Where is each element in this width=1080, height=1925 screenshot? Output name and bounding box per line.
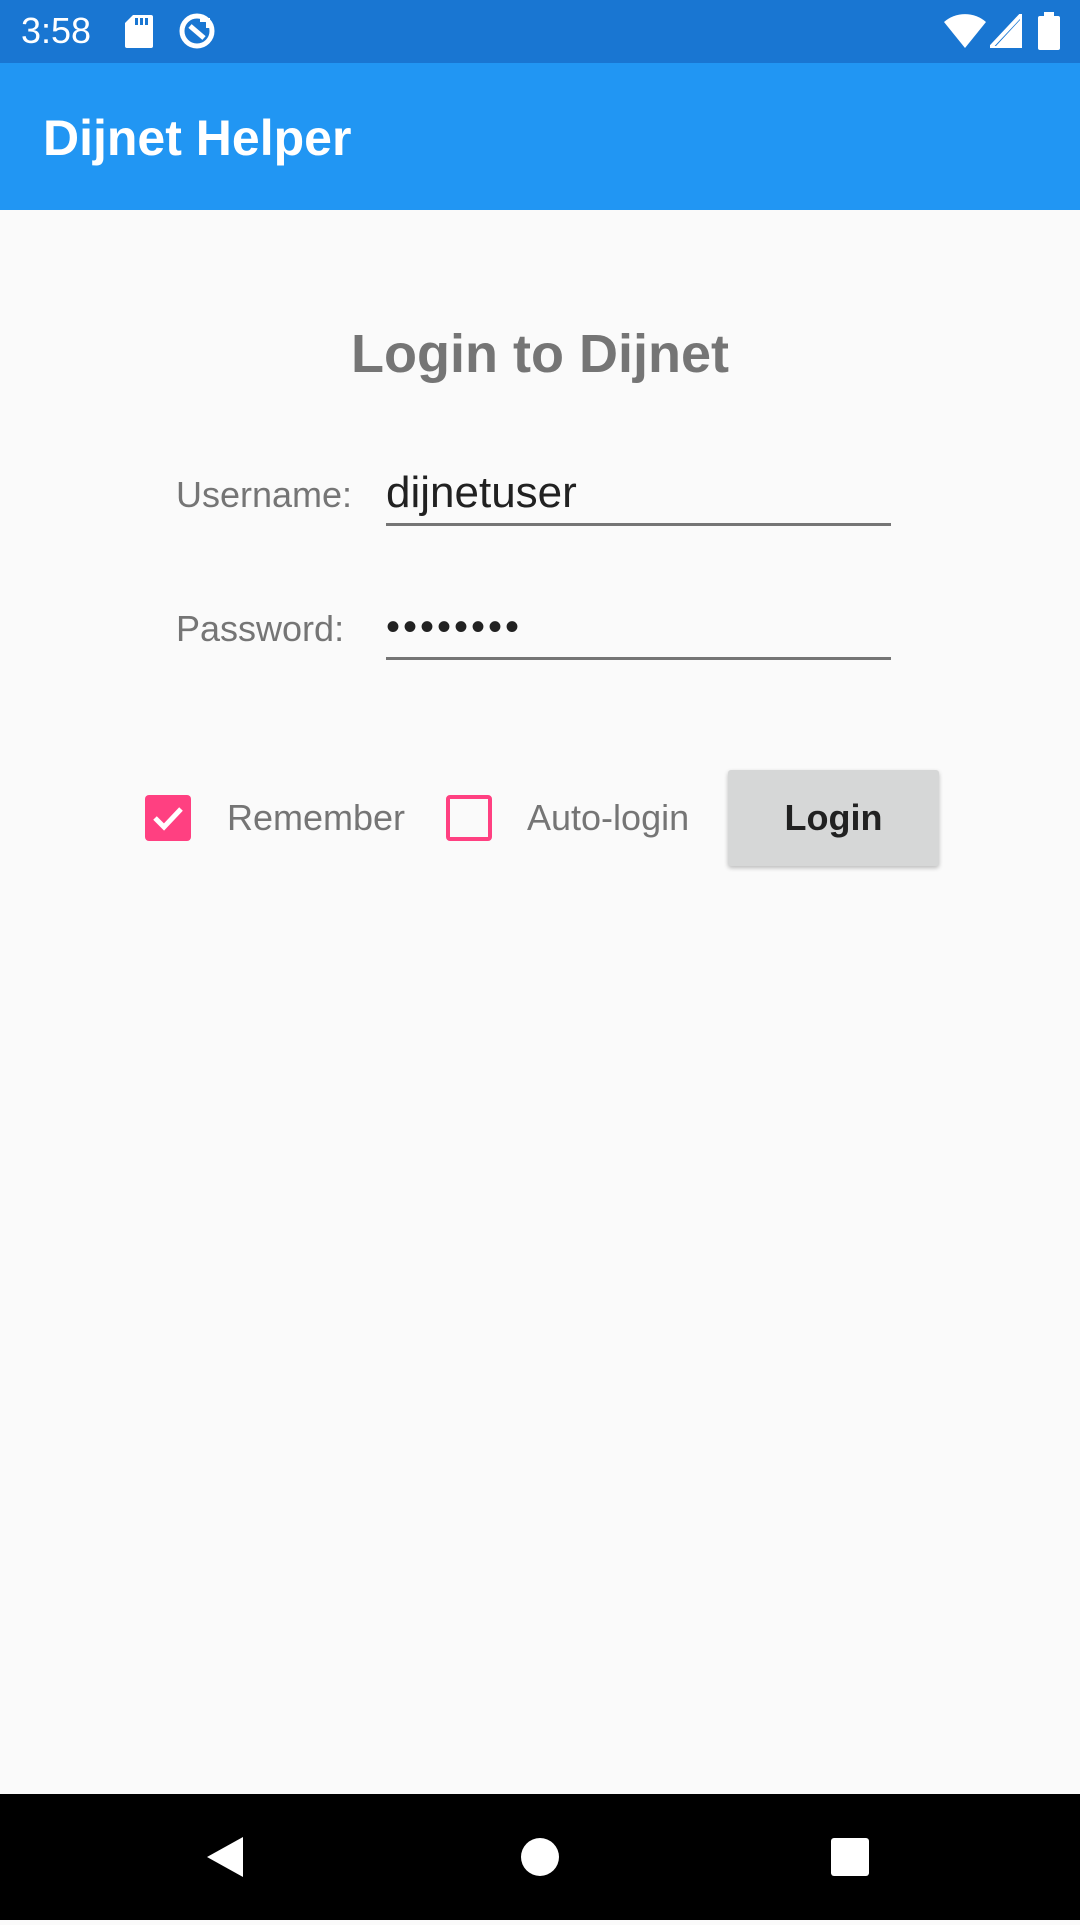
nav-bar — [0, 1794, 1080, 1920]
username-input[interactable] — [386, 463, 891, 526]
password-label: Password: — [176, 608, 345, 649]
recents-icon — [831, 1838, 869, 1876]
home-icon — [521, 1838, 559, 1876]
recents-button[interactable] — [790, 1794, 910, 1920]
sd-card-icon — [125, 15, 153, 53]
status-bar: 3:58 — [0, 0, 1080, 63]
home-button[interactable] — [480, 1794, 600, 1920]
autologin-label: Auto-login — [527, 797, 690, 838]
password-input[interactable] — [386, 597, 891, 660]
status-time: 3:58 — [21, 10, 92, 51]
app-title: Dijnet Helper — [43, 110, 352, 166]
username-label: Username: — [176, 474, 353, 515]
signal-icon — [985, 8, 1024, 53]
login-title: Login to Dijnet — [351, 324, 729, 384]
autologin-checkbox[interactable] — [446, 795, 492, 841]
login-button[interactable]: Login — [728, 770, 939, 866]
back-icon — [207, 1837, 243, 1877]
sync-icon — [178, 12, 216, 55]
remember-checkbox[interactable] — [145, 795, 191, 841]
checkmark-icon — [153, 807, 183, 831]
app-bar: Dijnet Helper — [0, 63, 1080, 210]
remember-label: Remember — [227, 797, 406, 838]
login-form: Login to Dijnet Username: Password: Reme… — [0, 210, 1080, 1794]
battery-icon — [1038, 12, 1060, 55]
back-button[interactable] — [165, 1794, 285, 1920]
wifi-icon — [944, 14, 986, 53]
